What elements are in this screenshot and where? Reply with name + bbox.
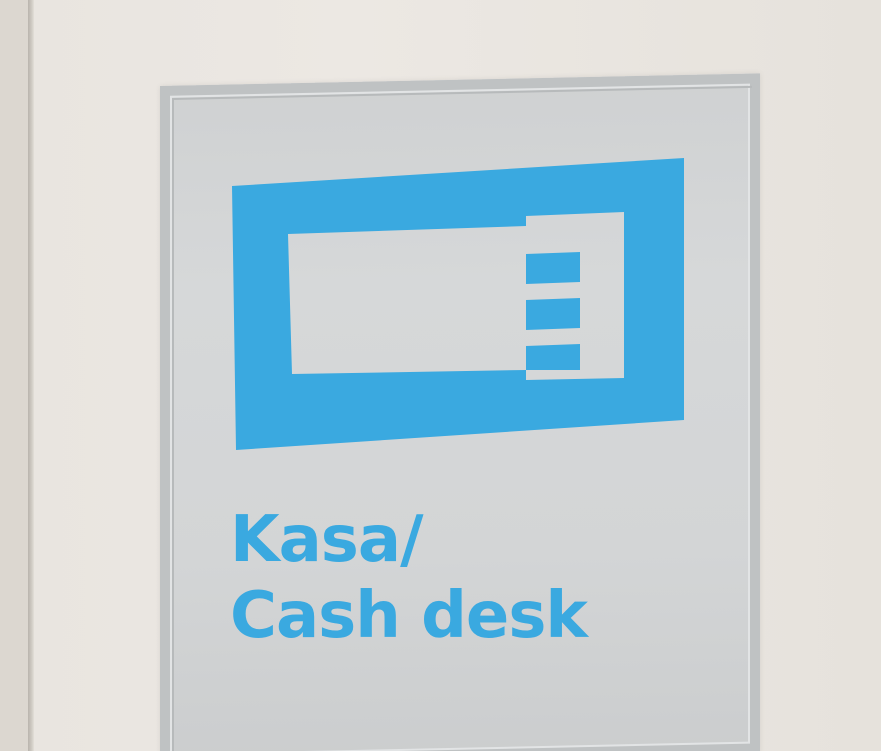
sign-label: Kasa/ Cash desk: [230, 502, 588, 654]
wall-left-section: [0, 0, 28, 751]
photo-scene: Kasa/ Cash desk: [0, 0, 881, 751]
sign-label-line-1: Kasa/: [230, 503, 423, 577]
cash-register-card-icon: [232, 158, 684, 450]
sign-label-line-2: Cash desk: [230, 579, 588, 653]
wall-edge: [28, 0, 34, 751]
